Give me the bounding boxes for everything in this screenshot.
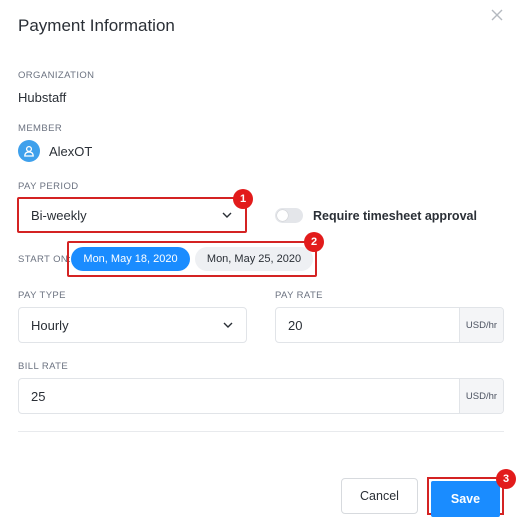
user-icon bbox=[24, 145, 34, 157]
toggle-knob bbox=[277, 210, 288, 221]
chevron-down-icon bbox=[221, 209, 233, 221]
close-icon bbox=[491, 9, 503, 21]
member-label: MEMBER bbox=[18, 123, 63, 134]
avatar bbox=[18, 140, 40, 162]
bill-rate-input[interactable]: 25 USD/hr bbox=[18, 378, 504, 414]
start-date-option-2[interactable]: Mon, May 25, 2020 bbox=[195, 247, 313, 271]
save-button[interactable]: Save bbox=[431, 481, 500, 517]
pay-type-select[interactable]: Hourly bbox=[18, 307, 247, 343]
pay-rate-label: PAY RATE bbox=[275, 290, 323, 301]
organization-value: Hubstaff bbox=[18, 90, 67, 105]
step-badge-1: 1 bbox=[233, 189, 253, 209]
close-button[interactable] bbox=[490, 8, 510, 28]
pay-type-value: Hourly bbox=[31, 317, 69, 333]
save-highlight: Save bbox=[427, 477, 504, 517]
member-name: AlexOT bbox=[49, 144, 93, 159]
pay-period-select[interactable]: Bi-weekly bbox=[19, 199, 245, 231]
pay-rate-input[interactable]: 20 USD/hr bbox=[275, 307, 504, 343]
pay-rate-value: 20 bbox=[288, 317, 303, 333]
timesheet-approval-label: Require timesheet approval bbox=[313, 209, 477, 223]
cancel-button[interactable]: Cancel bbox=[341, 478, 418, 514]
modal-title: Payment Information bbox=[18, 16, 175, 35]
bill-rate-unit: USD/hr bbox=[459, 379, 503, 413]
pay-period-highlight: Bi-weekly bbox=[17, 197, 247, 233]
bill-rate-label: BILL RATE bbox=[18, 361, 69, 372]
organization-label: ORGANIZATION bbox=[18, 70, 95, 81]
pay-type-label: PAY TYPE bbox=[18, 290, 66, 301]
divider bbox=[18, 431, 504, 432]
start-on-label: START ON: bbox=[18, 254, 72, 265]
chevron-down-icon bbox=[222, 319, 234, 331]
step-badge-3: 3 bbox=[496, 469, 516, 489]
pay-rate-unit: USD/hr bbox=[459, 308, 503, 342]
bill-rate-value: 25 bbox=[31, 388, 46, 404]
timesheet-approval-toggle[interactable] bbox=[275, 208, 303, 223]
step-badge-2: 2 bbox=[304, 232, 324, 252]
start-date-option-1[interactable]: Mon, May 18, 2020 bbox=[71, 247, 190, 271]
pay-period-label: PAY PERIOD bbox=[18, 181, 79, 192]
pay-period-value: Bi-weekly bbox=[31, 207, 87, 223]
